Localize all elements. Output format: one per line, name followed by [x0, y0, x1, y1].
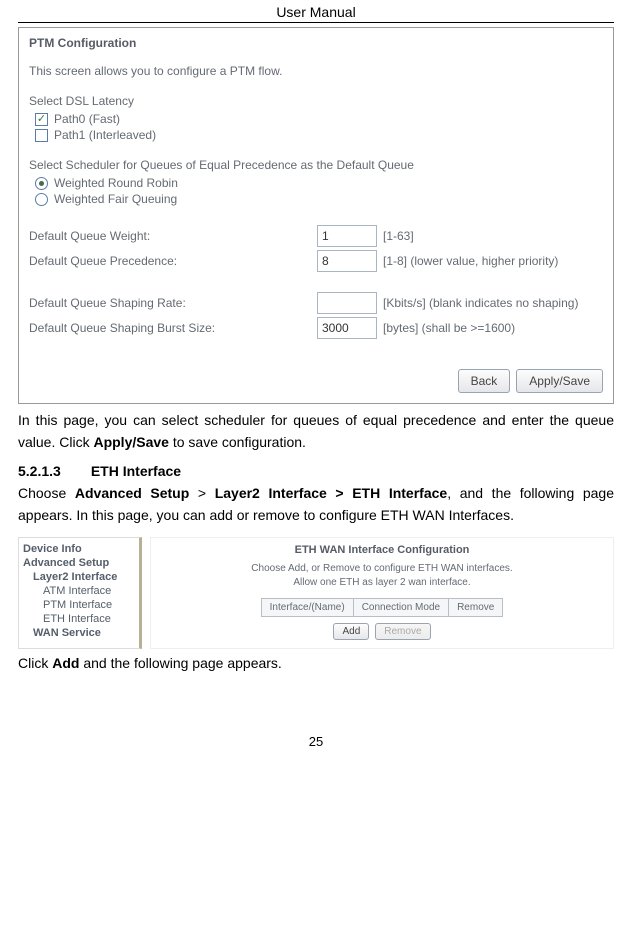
scheduler-option-label: Weighted Round Robin	[54, 176, 178, 190]
field-shaping-rate: Default Queue Shaping Rate: [Kbits/s] (b…	[29, 292, 603, 314]
checkbox-checked-icon[interactable]: ✓	[35, 113, 48, 126]
col-remove: Remove	[449, 598, 503, 616]
latency-option-label: Path0 (Fast)	[54, 112, 120, 126]
field-queue-precedence: Default Queue Precedence: [1-8] (lower v…	[29, 250, 603, 272]
sidebar-item-advanced-setup[interactable]: Advanced Setup	[23, 556, 139, 570]
field-hint: [1-63]	[383, 229, 414, 243]
radio-unselected-icon[interactable]	[35, 193, 48, 206]
sidebar-item-layer2[interactable]: Layer2 Interface	[23, 570, 139, 584]
field-label: Default Queue Shaping Rate:	[29, 296, 317, 310]
header-rule	[18, 22, 614, 23]
field-hint: [Kbits/s] (blank indicates no shaping)	[383, 296, 578, 310]
nav-sidebar: Device Info Advanced Setup Layer2 Interf…	[18, 537, 142, 649]
shaping-burst-input[interactable]	[317, 317, 377, 339]
sidebar-item-wan-service[interactable]: WAN Service	[23, 626, 139, 640]
ptm-title: PTM Configuration	[29, 36, 603, 50]
eth-panel-desc: Choose Add, or Remove to configure ETH W…	[159, 562, 605, 590]
sidebar-item-device-info[interactable]: Device Info	[23, 542, 139, 556]
scheduler-label: Select Scheduler for Queues of Equal Pre…	[29, 158, 603, 172]
eth-interface-screenshot: Device Info Advanced Setup Layer2 Interf…	[18, 537, 614, 649]
section-title: ETH Interface	[91, 463, 181, 479]
paragraph-click-add: Click Add and the following page appears…	[18, 653, 614, 675]
radio-selected-icon[interactable]	[35, 177, 48, 190]
eth-main-panel: ETH WAN Interface Configuration Choose A…	[150, 537, 614, 649]
latency-option-label: Path1 (Interleaved)	[54, 128, 156, 142]
col-interface-name: Interface/(Name)	[261, 598, 353, 616]
doc-header-title: User Manual	[18, 0, 614, 22]
paragraph-eth-nav: Choose Advanced Setup > Layer2 Interface…	[18, 483, 614, 526]
field-label: Default Queue Shaping Burst Size:	[29, 321, 317, 335]
remove-button[interactable]: Remove	[375, 623, 430, 640]
sidebar-item-ptm[interactable]: PTM Interface	[23, 598, 139, 612]
shaping-rate-input[interactable]	[317, 292, 377, 314]
scheduler-option-wrr[interactable]: Weighted Round Robin	[35, 176, 603, 190]
ptm-config-screenshot: PTM Configuration This screen allows you…	[18, 27, 614, 404]
add-button[interactable]: Add	[333, 623, 369, 640]
field-queue-weight: Default Queue Weight: [1-63]	[29, 225, 603, 247]
eth-panel-title: ETH WAN Interface Configuration	[159, 542, 605, 562]
sidebar-item-eth[interactable]: ETH Interface	[23, 612, 139, 626]
back-button[interactable]: Back	[458, 369, 511, 393]
latency-option-path1[interactable]: Path1 (Interleaved)	[35, 128, 603, 142]
field-label: Default Queue Precedence:	[29, 254, 317, 268]
scheduler-option-label: Weighted Fair Queuing	[54, 192, 177, 206]
scheduler-option-wfq[interactable]: Weighted Fair Queuing	[35, 192, 603, 206]
paragraph-ptm-explain: In this page, you can select scheduler f…	[18, 410, 614, 453]
queue-precedence-input[interactable]	[317, 250, 377, 272]
ptm-desc: This screen allows you to configure a PT…	[29, 64, 603, 78]
checkbox-empty-icon[interactable]	[35, 129, 48, 142]
field-hint: [bytes] (shall be >=1600)	[383, 321, 515, 335]
field-hint: [1-8] (lower value, higher priority)	[383, 254, 558, 268]
section-number: 5.2.1.3	[18, 463, 61, 479]
col-connection-mode: Connection Mode	[353, 598, 448, 616]
dsl-latency-label: Select DSL Latency	[29, 94, 603, 108]
field-label: Default Queue Weight:	[29, 229, 317, 243]
latency-option-path0[interactable]: ✓ Path0 (Fast)	[35, 112, 603, 126]
queue-weight-input[interactable]	[317, 225, 377, 247]
field-shaping-burst: Default Queue Shaping Burst Size: [bytes…	[29, 317, 603, 339]
apply-save-button[interactable]: Apply/Save	[516, 369, 603, 393]
eth-interface-table: Interface/(Name) Connection Mode Remove	[261, 598, 504, 617]
section-heading: 5.2.1.3 ETH Interface	[18, 463, 614, 479]
sidebar-item-atm[interactable]: ATM Interface	[23, 584, 139, 598]
page-number: 25	[18, 734, 614, 759]
